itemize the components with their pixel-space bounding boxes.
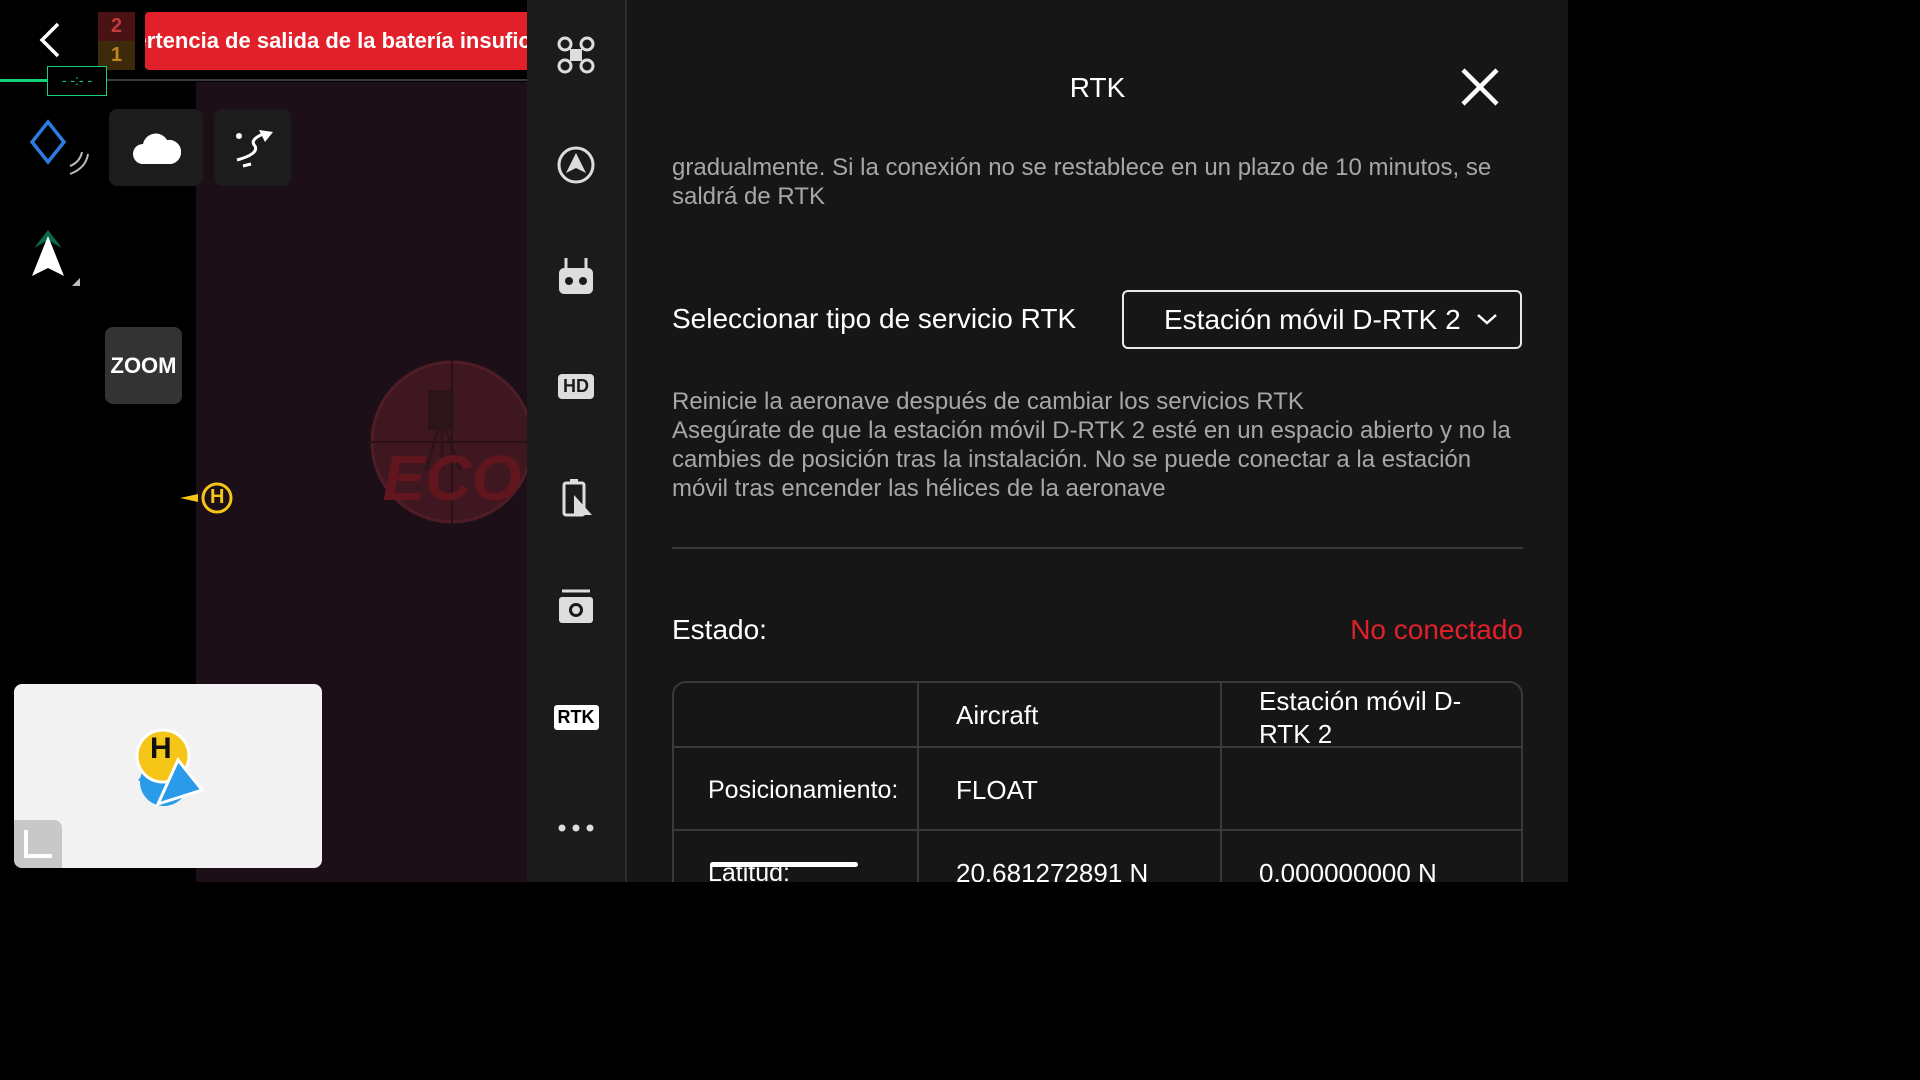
table-column-divider [1220,683,1222,882]
hint-line: Reinicie la aeronave después de cambiar … [672,388,1304,415]
alert-message: Advertencia de salida de la batería insu… [145,28,527,53]
previous-description: gradualmente. Si la conexión no se resta… [672,154,1492,210]
cloud-icon [133,133,181,164]
expand-corner-icon [24,830,52,858]
more-icon [558,824,594,832]
table-column-divider [917,683,919,882]
close-icon [1461,68,1499,106]
chevron-down-icon [1477,314,1497,325]
settings-sidebar: HD RTK [527,0,625,882]
rtk-info-table: Aircraft Estación móvil D-RTK 2 Posicion… [672,681,1523,882]
alert-banner[interactable]: Advertencia de salida de la batería insu… [145,12,527,70]
table-row-label: Latitud: [708,859,791,882]
home-point-label: H [210,486,225,508]
scroll-indicator [710,862,858,867]
aircraft-icon [557,36,595,74]
table-row-label: Posicionamiento: [708,776,899,804]
table-header-station: Estación móvil D-RTK 2 [1259,686,1462,749]
flight-route-button[interactable] [214,109,291,186]
remote-controller-icon [559,258,593,294]
section-divider [672,547,1523,549]
minimap[interactable]: H [14,684,322,868]
camera-icon [559,589,593,623]
service-hint: Reinicie la aeronave después de cambiar … [672,387,1522,503]
sidebar-item-battery[interactable] [554,475,598,519]
alert-count-red: 2 [98,12,135,41]
panel-title: RTK [1069,72,1126,103]
battery-icon [562,479,592,517]
service-type-value: Estación móvil D-RTK 2 [1164,303,1461,335]
gps-compass-icon [28,226,86,293]
sidebar-item-more[interactable] [554,804,598,848]
minimap-home-label: H [150,732,172,765]
eco-logo: ECO [368,360,527,524]
sidebar-item-rtk[interactable]: RTK [553,695,599,739]
table-row-divider [674,829,1521,831]
sidebar-item-aircraft[interactable] [554,33,598,77]
hd-label: HD [563,375,589,396]
minimap-expand-button[interactable] [14,820,62,868]
hd-transmission-icon: HD [558,373,594,399]
zoom-button[interactable]: ZOOM [105,327,182,404]
obstacle-sensing-icon [557,146,595,184]
table-cell-station: 0.000000000 N [1259,858,1437,882]
close-button[interactable] [1459,66,1501,108]
attitude-indicator-box: - -:- - [47,66,107,96]
sidebar-item-obstacle-sensing[interactable] [554,143,598,187]
sidebar-item-camera[interactable] [554,585,598,629]
rtk-icon: RTK [553,704,599,730]
sidebar-item-remote-controller[interactable] [554,254,598,298]
eco-logo-text: ECO [383,442,522,514]
table-cell-aircraft: FLOAT [956,775,1038,805]
back-button[interactable] [30,18,74,62]
rtk-settings-panel: RTK gradualmente. Si la conexión no se r… [627,0,1568,882]
table-cell-aircraft: 20.681272891 N [956,858,1149,882]
home-point-marker: H [180,480,236,521]
camera-feed: 2 1 Advertencia de salida de la batería … [0,0,527,882]
service-type-select[interactable]: Estación móvil D-RTK 2 [1122,290,1522,349]
minimap-home-marker: H [118,720,218,835]
chevron-left-icon [39,22,60,58]
rtk-label: RTK [557,706,595,727]
weather-button[interactable] [109,109,203,186]
status-value: No conectado [1350,614,1523,645]
table-header-aircraft: Aircraft [956,700,1039,730]
hint-line: Asegúrate de que la estación móvil D-RTK… [672,417,1511,502]
status-label: Estado: [672,614,767,645]
service-type-label: Seleccionar tipo de servicio RTK [672,303,1077,334]
route-icon [235,129,273,167]
rtk-signal-icon [29,118,90,183]
alert-count-badge[interactable]: 2 1 [98,12,135,70]
home-point-icon [180,482,233,514]
sidebar-item-hd[interactable]: HD [554,364,598,408]
attitude-horizon-indicator [0,79,48,82]
